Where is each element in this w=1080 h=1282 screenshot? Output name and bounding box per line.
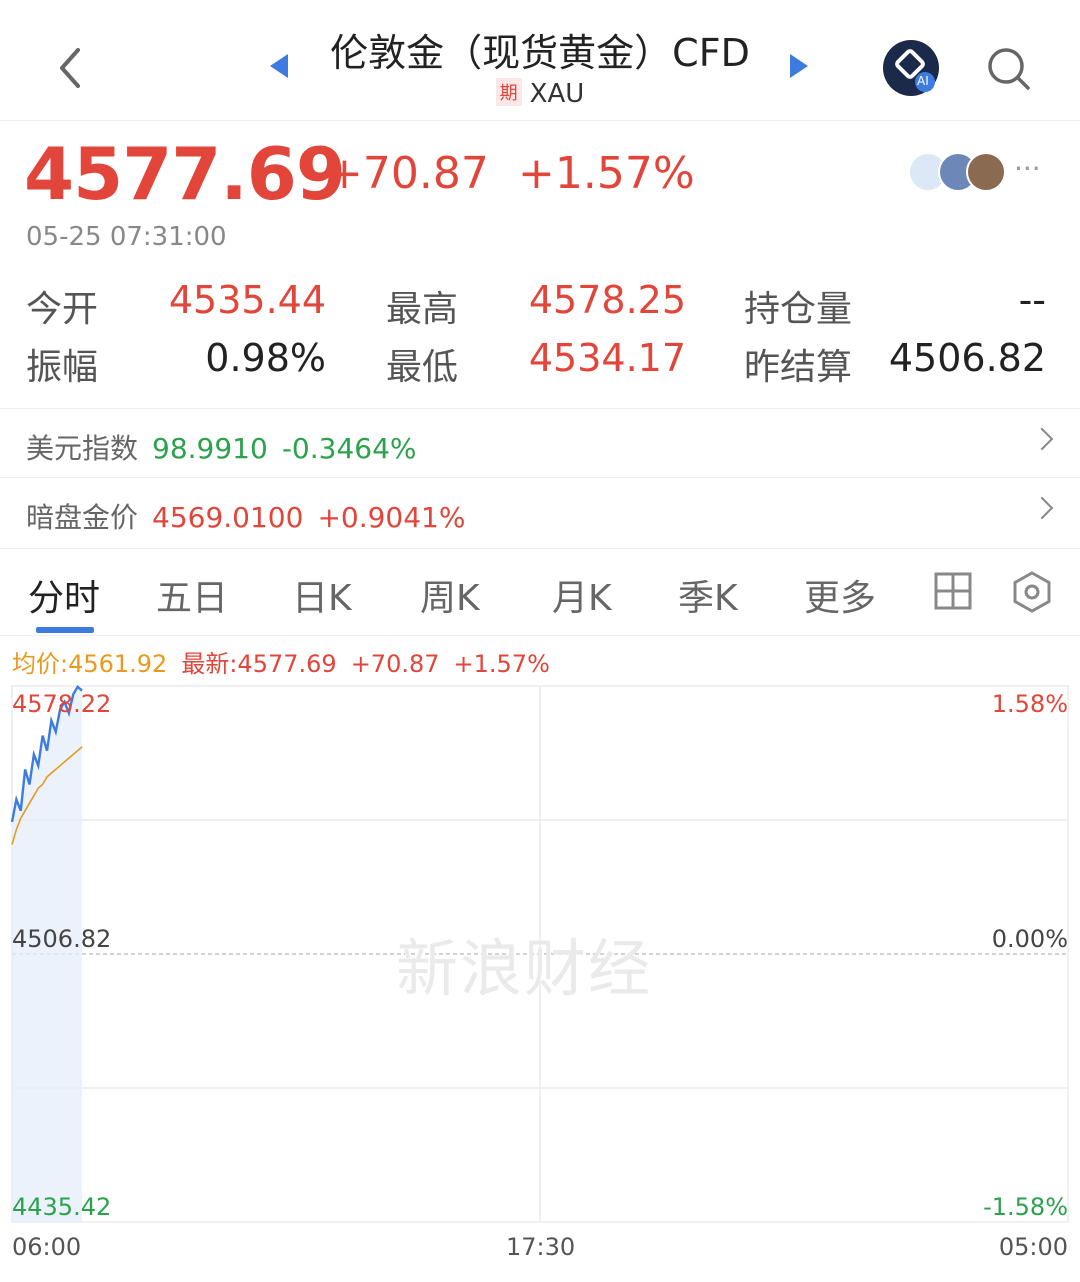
y-tick-right: 0.00%	[991, 925, 1068, 953]
related-label: 暗盘金价	[26, 501, 139, 534]
futures-tag: 期	[495, 78, 522, 106]
legend-change-percent: +1.57%	[453, 650, 550, 678]
page-title: 伦敦金（现货黄金）CFD	[330, 31, 750, 75]
high-label: 最高	[386, 289, 459, 330]
x-tick: 06:00	[12, 1233, 82, 1261]
y-tick-left: 4435.42	[12, 1193, 112, 1221]
related-value: 4569.0100	[152, 501, 304, 534]
related-change: -0.3464%	[281, 432, 417, 465]
legend-avg-price: 均价:4561.92	[12, 650, 168, 678]
high-value: 4578.25	[528, 278, 686, 322]
prev-settle-label: 昨结算	[744, 347, 853, 388]
active-tab-indicator	[36, 627, 94, 633]
x-tick: 17:30	[506, 1233, 576, 1261]
ai-logo-icon	[895, 49, 935, 92]
symbol-subtitle: 期 XAU	[440, 78, 640, 109]
prev-settle-value: 4506.82	[888, 336, 1046, 380]
x-tick: 05:00	[998, 1233, 1068, 1261]
chart-tabs: 分时 五日 日K 周K 月K 季K 更多	[0, 548, 1080, 636]
related-row-dark-gold[interactable]: 暗盘金价 4569.0100 +0.9041%	[0, 477, 1080, 546]
low-label: 最低	[386, 347, 459, 388]
amplitude-value: 0.98%	[205, 336, 326, 380]
y-tick-right: -1.58%	[983, 1193, 1068, 1221]
related-label: 美元指数	[26, 432, 139, 465]
tab-weekly-k[interactable]: 周K	[420, 569, 480, 621]
quote-time: 05-25 07:31:00	[26, 222, 227, 252]
last-price: 4577.69	[24, 132, 346, 216]
tab-daily-k[interactable]: 日K	[292, 569, 352, 621]
y-tick-right: 1.58%	[991, 690, 1068, 718]
open-interest-label: 持仓量	[744, 289, 853, 330]
legend-latest-price: 最新:4577.69	[181, 650, 337, 678]
price-area-fill	[12, 686, 82, 1222]
back-icon[interactable]	[50, 40, 90, 96]
symbol-code: XAU	[529, 79, 585, 109]
y-tick-left: 4506.82	[12, 925, 112, 953]
ai-badge: AI	[917, 74, 929, 88]
tab-quarterly-k[interactable]: 季K	[678, 569, 738, 621]
community-avatars[interactable]	[908, 152, 1008, 192]
open-label: 今开	[26, 289, 99, 330]
related-row-dollar-index[interactable]: 美元指数 98.9910 -0.3464%	[0, 408, 1080, 477]
chevron-right-icon	[1030, 496, 1054, 520]
amplitude-label: 振幅	[26, 347, 99, 388]
low-value: 4534.17	[528, 336, 686, 380]
ai-assistant-button[interactable]: AI	[883, 40, 939, 96]
prev-symbol-arrow-icon[interactable]	[270, 54, 288, 78]
layout-grid-icon[interactable]	[934, 572, 972, 610]
watermark-text: 新浪财经	[396, 932, 653, 1005]
tab-intraday[interactable]: 分时	[28, 569, 100, 621]
next-symbol-arrow-icon[interactable]	[790, 54, 808, 78]
legend-change: +70.87	[350, 650, 440, 678]
tab-monthly-k[interactable]: 月K	[552, 569, 612, 621]
related-change: +0.9041%	[317, 501, 466, 534]
header: 伦敦金（现货黄金）CFD 期 XAU AI	[0, 0, 1080, 121]
search-icon[interactable]	[986, 46, 1032, 92]
open-value: 4535.44	[168, 278, 326, 322]
chart-legend: 均价:4561.92 最新:4577.69 +70.87 +1.57%	[12, 644, 564, 679]
avatar	[966, 152, 1006, 192]
settings-icon[interactable]	[1010, 570, 1054, 614]
price-change: +70.87	[326, 148, 489, 199]
open-interest-value: --	[1018, 278, 1046, 322]
y-tick-left: 4578.22	[12, 690, 112, 718]
price-change-percent: +1.57%	[518, 148, 695, 199]
tab-more[interactable]: 更多	[804, 569, 876, 621]
related-value: 98.9910	[152, 432, 268, 465]
chevron-right-icon	[1030, 427, 1054, 451]
tab-five-day[interactable]: 五日	[156, 569, 228, 621]
more-icon[interactable]: ···	[1014, 152, 1041, 185]
